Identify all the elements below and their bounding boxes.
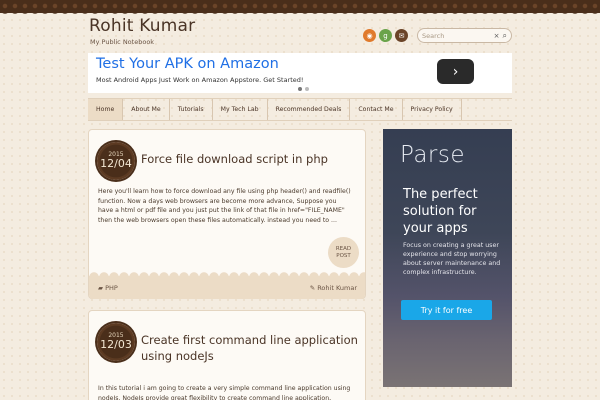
- ad-title[interactable]: Test Your APK on Amazon: [96, 56, 279, 72]
- nav-item-tutorials[interactable]: Tutorials: [170, 99, 213, 120]
- post-excerpt: In this tutorial i am going to create a …: [98, 385, 351, 400]
- date-badge: 2015 12/03: [97, 323, 135, 361]
- site-description: My Public Notebook: [90, 38, 155, 46]
- ad-subtitle: Most Android Apps Just Work on Amazon Ap…: [96, 76, 304, 84]
- clear-icon[interactable]: ×: [494, 32, 500, 40]
- nav-item-privacy-policy[interactable]: Privacy Policy: [403, 99, 462, 120]
- post-monthday: 12/03: [100, 338, 132, 352]
- social-links: ◉ g ✉: [363, 29, 408, 42]
- post-title[interactable]: Force file download script in php: [141, 152, 328, 168]
- post-card: 2015 12/03 Create first command line app…: [88, 310, 366, 400]
- date-badge: 2015 12/04: [97, 142, 135, 180]
- post-card: 2015 12/04 Force file download script in…: [88, 129, 366, 299]
- post-excerpt: Here you'll learn how to force download …: [98, 188, 351, 224]
- rss-icon[interactable]: ◉: [363, 29, 376, 42]
- site-title[interactable]: Rohit Kumar: [89, 16, 195, 36]
- nav-item-my-tech-lab[interactable]: My Tech Lab: [213, 99, 268, 120]
- top-scallop-border: [0, 0, 600, 17]
- email-icon[interactable]: ✉: [395, 29, 408, 42]
- ad-brand: Parse: [400, 142, 466, 168]
- google-plus-icon[interactable]: g: [379, 29, 392, 42]
- top-ad-banner[interactable]: Test Your APK on Amazon Most Android App…: [88, 53, 512, 93]
- ad-carousel-dots: [298, 87, 309, 91]
- nav-item-recommended-deals[interactable]: Recommended Deals: [268, 99, 351, 120]
- search-placeholder: Search: [422, 31, 445, 40]
- post-monthday: 12/04: [100, 157, 132, 171]
- post-footer: ▰ PHP ✎ Rohit Kumar: [89, 271, 365, 299]
- search-icon[interactable]: ⌕: [503, 31, 507, 41]
- post-category[interactable]: ▰ PHP: [98, 284, 118, 292]
- nav-item-contact-me[interactable]: Contact Me: [350, 99, 403, 120]
- sidebar-ad[interactable]: Parse The perfect solution for your apps…: [383, 129, 512, 387]
- nav-item-home[interactable]: Home: [88, 99, 124, 120]
- nav-item-about-me[interactable]: About Me: [123, 99, 170, 120]
- read-post-button[interactable]: READ POST: [328, 237, 359, 268]
- ad-arrow-button[interactable]: ›: [437, 59, 474, 84]
- ad-headline: The perfect solution for your apps: [403, 187, 478, 236]
- try-free-button[interactable]: Try it for free: [401, 300, 492, 320]
- post-title[interactable]: Create first command line application us…: [141, 333, 361, 364]
- main-nav: Home About Me Tutorials My Tech Lab Reco…: [88, 98, 512, 121]
- search-input[interactable]: Search × ⌕: [417, 28, 512, 43]
- post-author[interactable]: ✎ Rohit Kumar: [310, 284, 357, 292]
- read-post-label: READ POST: [335, 245, 352, 259]
- ad-body: Focus on creating a great user experienc…: [403, 242, 501, 277]
